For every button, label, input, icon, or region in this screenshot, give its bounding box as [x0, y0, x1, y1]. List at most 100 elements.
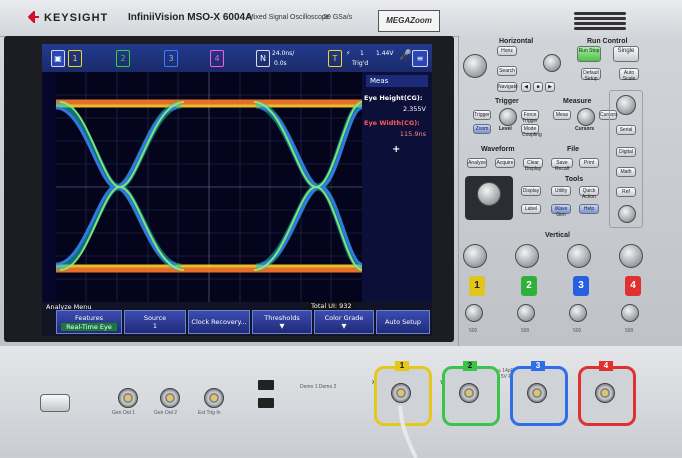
trigger-button[interactable]: T: [328, 50, 342, 67]
navigate-back-icon[interactable]: ◀: [521, 82, 531, 92]
channel-2-position-knob[interactable]: [517, 304, 535, 322]
horizontal-scale-knob[interactable]: [463, 54, 487, 78]
ext-trig-in-connector[interactable]: [204, 388, 224, 408]
color-grade-softkey[interactable]: Color Grade ▼: [314, 310, 374, 334]
channel-1-position-knob[interactable]: [465, 304, 483, 322]
trigger-section-title: Trigger: [495, 98, 519, 105]
force-trigger-button[interactable]: Force Trigger: [521, 110, 539, 124]
display-button[interactable]: Display: [521, 186, 541, 196]
zoom-button[interactable]: Zoom: [473, 124, 491, 134]
eye-diagram-plot: [55, 72, 364, 302]
eye-height-label: Eye Height(CG):: [364, 94, 423, 102]
analog-side-column: Serial Digital Math Ref: [609, 90, 643, 228]
math-button[interactable]: Math: [616, 167, 636, 177]
help-button[interactable]: Help: [579, 204, 599, 214]
default-setup-button[interactable]: Default Setup: [581, 68, 601, 82]
channel-1-key[interactable]: 1: [469, 276, 485, 296]
digital-button[interactable]: Digital: [616, 147, 636, 157]
gen-out-2-connector[interactable]: [160, 388, 180, 408]
auto-setup-softkey[interactable]: Auto Setup: [376, 310, 430, 334]
features-softkey[interactable]: Features Real-Time Eye: [56, 310, 122, 334]
analyze-button[interactable]: Analyze: [467, 158, 487, 168]
clear-display-button[interactable]: Clear Display: [523, 158, 543, 172]
run-stop-button[interactable]: Run Stop: [577, 46, 601, 62]
run-control-section-title: Run Control: [587, 38, 628, 45]
channel-4-scale-knob[interactable]: [619, 244, 643, 268]
ref-position-knob[interactable]: [618, 205, 636, 223]
eye-diagram-waveform: [55, 72, 364, 302]
channel-1-scale-knob[interactable]: [463, 244, 487, 268]
clock-recovery-softkey[interactable]: Clock Recovery...: [188, 310, 250, 334]
gen-out-1-connector[interactable]: [118, 388, 138, 408]
demo-terminals-label: Demo 1 Demo 2: [300, 384, 337, 390]
level-label: Level: [499, 126, 512, 132]
channel-2-input-number: 2: [463, 361, 477, 371]
usb-port-2[interactable]: [258, 398, 274, 408]
print-button[interactable]: Print: [579, 158, 599, 168]
channel-1-button[interactable]: 1: [68, 50, 82, 67]
wave-gen-button[interactable]: Wave Gen: [551, 204, 571, 218]
thresholds-title: Thresholds: [264, 314, 300, 322]
channel-2-input[interactable]: 2: [442, 361, 500, 426]
channel-3-scale-knob[interactable]: [567, 244, 591, 268]
add-measurement-button[interactable]: +: [392, 144, 400, 155]
search-button[interactable]: Search: [497, 66, 517, 76]
meas-button[interactable]: Meas: [553, 110, 571, 120]
quick-action-button[interactable]: Quick Action: [579, 186, 599, 200]
channel-4-key[interactable]: 4: [625, 276, 641, 296]
label-button[interactable]: Label: [521, 204, 541, 214]
channel-4-position-knob[interactable]: [621, 304, 639, 322]
megazoom-badge: MEGAZoom: [378, 10, 440, 32]
auto-scale-button[interactable]: Auto Scale: [619, 68, 639, 82]
timebase-value: 24.0ns/: [272, 50, 295, 57]
navigate-stop-icon[interactable]: ■: [533, 82, 543, 92]
channel-2-scale-label: 500: [521, 328, 530, 334]
channel-3-input[interactable]: 3: [510, 361, 568, 426]
eye-height-value: 2.355V: [402, 105, 426, 113]
horiz-button[interactable]: Horiz: [497, 46, 517, 56]
power-button[interactable]: [40, 394, 70, 412]
features-title: Features: [75, 314, 103, 322]
scroll-knob[interactable]: [616, 95, 636, 115]
save-recall-button[interactable]: Save Recall: [551, 158, 573, 172]
channel-4-button[interactable]: 4: [210, 50, 224, 67]
channel-3-button[interactable]: 3: [164, 50, 178, 67]
measurements-header[interactable]: Meas: [366, 75, 428, 87]
entry-knob[interactable]: [477, 182, 501, 206]
thresholds-softkey[interactable]: Thresholds ▼: [252, 310, 312, 334]
thresholds-arrow-icon: ▼: [279, 322, 285, 330]
trigger-button-hw[interactable]: Trigger: [473, 110, 491, 120]
navigate-button[interactable]: Navigate: [497, 82, 518, 92]
channel-4-input-number: 4: [599, 361, 613, 371]
single-button[interactable]: Single: [613, 46, 639, 62]
color-grade-arrow-icon: ▼: [341, 322, 347, 330]
acquire-button[interactable]: Acquire: [495, 158, 515, 168]
gen-out-2-label: Gen Out 2: [154, 410, 178, 416]
channel-3-position-knob[interactable]: [569, 304, 587, 322]
channel-2-key[interactable]: 2: [521, 276, 537, 296]
trigger-level-knob[interactable]: [499, 108, 517, 126]
source-softkey[interactable]: Source 1: [124, 310, 186, 334]
digital-channels-button[interactable]: N: [256, 50, 270, 67]
navigate-forward-icon[interactable]: ▶: [545, 82, 555, 92]
sidebar-toggle-button[interactable]: ≡: [412, 50, 428, 67]
ref-button[interactable]: Ref: [616, 187, 636, 197]
usb-port-1[interactable]: [258, 380, 274, 390]
channel-bar: ▣ 1 2 3 4 N 24.0ns/ 0.0s T ⚡ 1 Trig'd 1.…: [42, 44, 432, 72]
horizontal-position-knob[interactable]: [543, 54, 561, 72]
channel-2-button[interactable]: 2: [116, 50, 130, 67]
channel-3-key[interactable]: 3: [573, 276, 589, 296]
serial-button[interactable]: Serial: [616, 125, 636, 135]
measurement-sidebar: Meas Eye Height(CG): 2.355V Eye Width(CG…: [362, 72, 432, 302]
cursors-knob[interactable]: [577, 108, 595, 126]
channel-2-scale-knob[interactable]: [515, 244, 539, 268]
channel-4-input[interactable]: 4: [578, 361, 636, 426]
channel-3-input-number: 3: [531, 361, 545, 371]
menu-button[interactable]: ▣: [51, 50, 65, 67]
mode-coupling-button[interactable]: Mode Coupling: [521, 124, 542, 138]
utility-button[interactable]: Utility: [551, 186, 571, 196]
keysight-logo-icon: [28, 11, 39, 23]
channel-1-scale-label: 500: [469, 328, 478, 334]
model-name: InfiniiVision MSO-X 6004A: [128, 12, 253, 23]
channel-4-bnc-icon: [595, 383, 615, 403]
